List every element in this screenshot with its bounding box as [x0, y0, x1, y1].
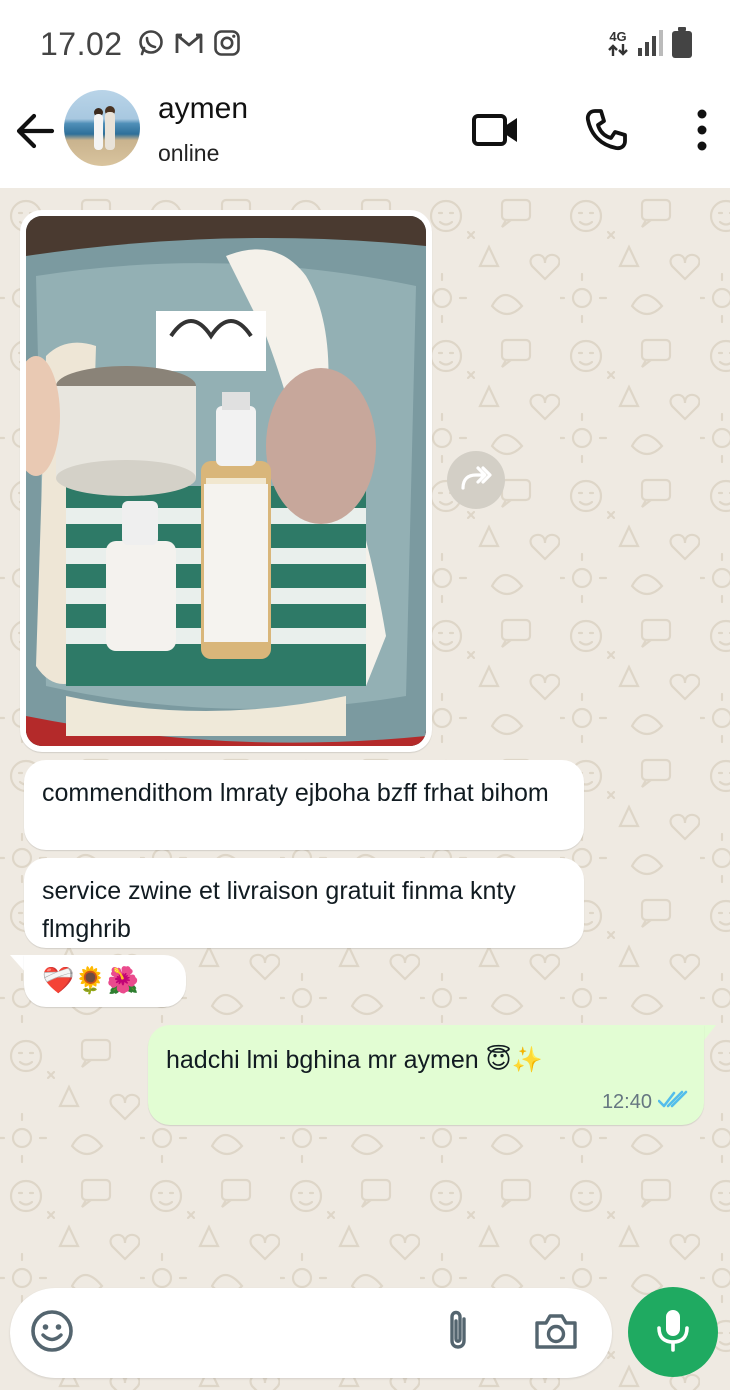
message-time: 12:40 — [601, 1091, 652, 1113]
notification-icons — [136, 28, 242, 63]
voice-call-icon — [583, 107, 629, 158]
whatsapp-icon — [136, 28, 166, 63]
avatar[interactable] — [64, 90, 140, 166]
camera-button[interactable] — [532, 1309, 580, 1357]
contact-name[interactable]: aymen — [158, 92, 248, 126]
forward-button[interactable] — [447, 451, 505, 509]
video-call-button[interactable] — [470, 106, 522, 158]
image-message[interactable] — [20, 210, 432, 752]
voice-call-button[interactable] — [580, 106, 632, 158]
message-meta: 12:40 — [602, 1090, 688, 1115]
battery-icon — [670, 26, 694, 65]
back-arrow-icon — [12, 113, 58, 158]
contact-status: online — [158, 140, 220, 166]
attach-icon — [438, 1307, 478, 1360]
chat-area[interactable]: commendithom lmraty ejboha bzff frhat bi… — [0, 188, 730, 1390]
emoji-button[interactable] — [28, 1309, 76, 1357]
video-call-icon — [471, 110, 521, 155]
message-bubble-incoming[interactable]: commendithom lmraty ejboha bzff frhat bi… — [24, 760, 584, 850]
product-photo-image — [26, 216, 426, 746]
more-options-button[interactable] — [676, 106, 728, 158]
back-button[interactable] — [12, 108, 58, 154]
instagram-icon — [212, 28, 242, 63]
voice-message-button[interactable] — [628, 1287, 718, 1377]
read-receipt-icon — [657, 1090, 688, 1115]
attach-button[interactable] — [434, 1309, 482, 1357]
bubble-tail-outgoing — [702, 1025, 716, 1043]
forward-icon — [459, 465, 493, 495]
message-input-bar[interactable] — [10, 1288, 612, 1378]
message-text: service zwine et livraison gratuit finma… — [42, 877, 516, 943]
message-bubble-incoming[interactable]: service zwine et livraison gratuit finma… — [24, 858, 584, 948]
status-time: 17.02 — [40, 26, 123, 62]
signal-icon — [636, 28, 664, 63]
product-photo[interactable] — [26, 216, 426, 746]
message-bubble-incoming[interactable]: ❤️‍🩹🌻🌺 — [24, 955, 186, 1007]
gmail-icon — [173, 28, 205, 63]
emoji-icon — [29, 1308, 75, 1359]
camera-icon — [533, 1311, 579, 1356]
message-bubble-outgoing[interactable]: hadchi lmi bghina mr aymen 😇✨ 12:40 — [148, 1025, 704, 1125]
message-text: commendithom lmraty ejboha bzff frhat bi… — [42, 779, 549, 807]
network-arrows-icon: 4G — [606, 30, 630, 62]
more-options-icon — [696, 109, 708, 156]
message-text: hadchi lmi bghina mr aymen 😇✨ — [166, 1046, 543, 1074]
status-bar: 17.02 4G — [0, 0, 730, 88]
mic-icon — [655, 1308, 691, 1357]
chat-header: aymen online — [0, 88, 730, 188]
network-type-label: 4G — [609, 28, 627, 44]
emoji-message-text: ❤️‍🩹🌻🌺 — [42, 966, 140, 996]
system-status-icons: 4G — [606, 26, 694, 65]
